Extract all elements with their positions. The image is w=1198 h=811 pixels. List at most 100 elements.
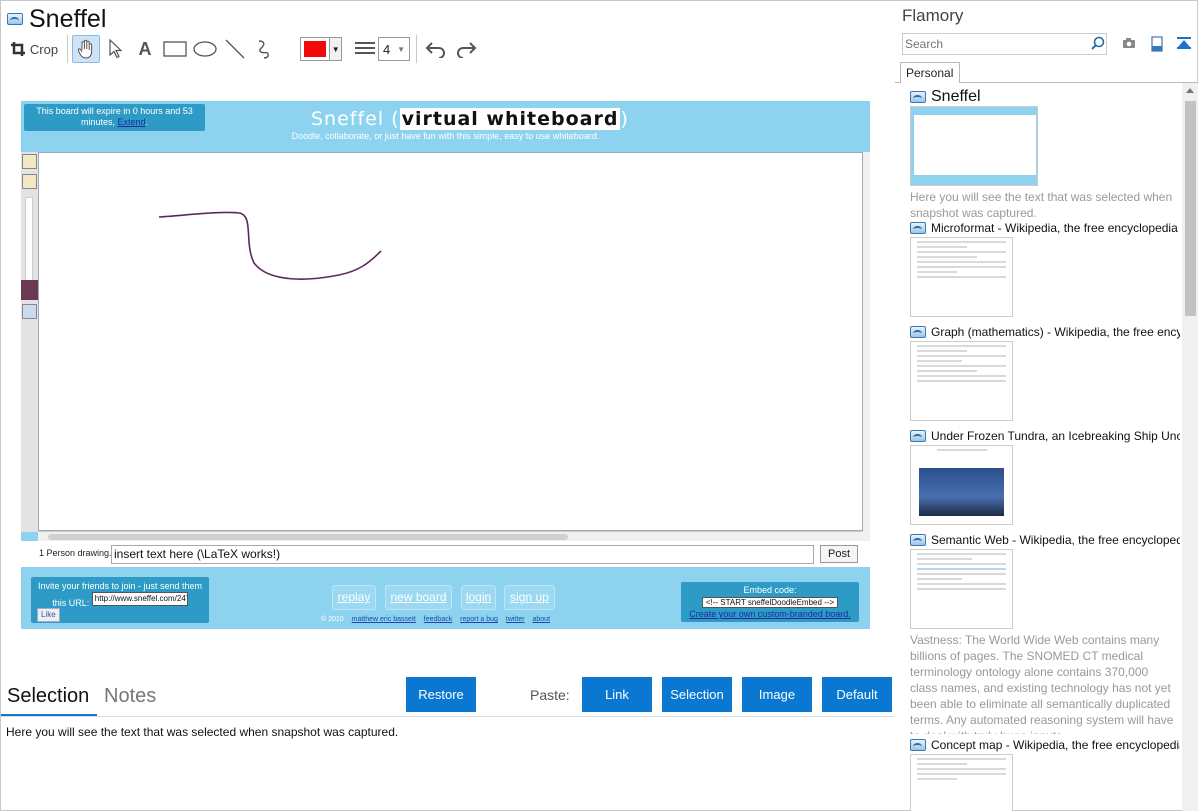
- rectangle-tool-button[interactable]: [160, 35, 190, 63]
- item-title-text: Sneffel: [931, 88, 981, 105]
- embed-label: Embed code:: [743, 585, 797, 595]
- chat-row: 1 Person drawing. insert text here (\LaT…: [21, 541, 870, 567]
- captured-page-image[interactable]: This board will expire in 0 hours and 53…: [21, 101, 870, 629]
- item-title: Semantic Web - Wikipedia, the free encyc…: [910, 533, 1180, 547]
- search-icon[interactable]: [1091, 36, 1105, 50]
- item-title-text: Microformat - Wikipedia, the free encycl…: [931, 221, 1178, 235]
- line-thickness-select[interactable]: 4 ▼: [378, 37, 410, 61]
- pen-color-picker[interactable]: ▼: [300, 37, 342, 61]
- undo-button[interactable]: [421, 35, 451, 63]
- hand-tool-button[interactable]: [72, 35, 100, 63]
- text-tool-glyph: A: [138, 38, 152, 59]
- line-weight-icon: [355, 42, 375, 54]
- embed-box: Embed code: <!-- START sneffelDoodleEmbe…: [681, 582, 859, 622]
- snapshot-thumbnail: [910, 445, 1013, 525]
- collapse-top-icon[interactable]: [1176, 36, 1192, 50]
- list-item[interactable]: Concept map - Wikipedia, the free encycl…: [910, 738, 1180, 811]
- scrollbar-thumb[interactable]: [1185, 101, 1196, 316]
- paste-link-button[interactable]: Link: [582, 677, 652, 712]
- expire-text: This board will expire in 0 hours and 53…: [36, 106, 193, 127]
- crop-label: Crop: [29, 41, 59, 57]
- paste-selection-button[interactable]: Selection: [662, 677, 732, 712]
- extend-link[interactable]: Extend: [117, 117, 145, 127]
- list-item[interactable]: Under Frozen Tundra, an Icebreaking Ship…: [910, 429, 1180, 525]
- save-icon: [22, 304, 37, 319]
- camera-icon[interactable]: [1122, 36, 1136, 50]
- pen-color-swatch: [304, 41, 327, 57]
- login-link: login: [461, 585, 496, 610]
- snapshot-pane: Sneffel Crop A ▼ 4 ▼ This board will exp…: [1, 1, 894, 811]
- post-button: Post: [820, 545, 858, 563]
- footer-link: matthew eric bassett: [351, 616, 416, 623]
- toolbar-separator: [67, 35, 68, 63]
- ellipse-tool-button[interactable]: [190, 35, 220, 63]
- page-capture-icon[interactable]: [1150, 36, 1164, 52]
- chat-status: 1 Person drawing.: [39, 548, 112, 558]
- tab-notes[interactable]: Notes: [104, 685, 156, 708]
- site-favicon-icon: [910, 739, 926, 751]
- list-item[interactable]: Graph (mathematics) - Wikipedia, the fre…: [910, 325, 1180, 421]
- invite-url: http://www.sneffel.com/2472: [91, 592, 188, 606]
- redo-icon: [457, 42, 477, 58]
- hand-icon: [77, 39, 93, 59]
- app-name: Flamory: [902, 6, 964, 25]
- snapshot-thumbnail: [910, 237, 1013, 317]
- search-input[interactable]: [902, 33, 1107, 55]
- list-item[interactable]: Microformat - Wikipedia, the free encycl…: [910, 221, 1180, 317]
- text-tool-button[interactable]: A: [130, 35, 160, 63]
- paste-image-button[interactable]: Image: [742, 677, 812, 712]
- freehand-tool-button[interactable]: [250, 35, 280, 63]
- document-title-text: Sneffel: [29, 4, 107, 33]
- site-favicon-icon: [7, 13, 23, 25]
- list-item[interactable]: Sneffel Here you will see the text that …: [910, 88, 1180, 221]
- replay-link: replay: [332, 585, 376, 610]
- tab-personal[interactable]: Personal: [900, 62, 960, 83]
- item-snippet: Vastness: The World Wide Web contains ma…: [910, 633, 1174, 734]
- brand-prefix: Sneffel (: [311, 108, 400, 130]
- invite-box: Invite your friends to join - just send …: [31, 577, 209, 623]
- size-slider: [25, 197, 33, 282]
- chat-input: insert text here (\LaTeX works!): [111, 545, 814, 564]
- redo-button[interactable]: [451, 35, 481, 63]
- item-title: Graph (mathematics) - Wikipedia, the fre…: [910, 325, 1180, 339]
- freehand-icon: [258, 40, 269, 59]
- brand-bold: virtual whiteboard: [399, 108, 621, 130]
- paste-default-button[interactable]: Default: [822, 677, 892, 712]
- sidebar-scrollbar[interactable]: [1182, 83, 1198, 811]
- flamory-sidebar: Flamory Personal Sneffel Here you will s…: [895, 1, 1198, 811]
- site-footer: © 2010 matthew eric bassett feedback rep…: [321, 616, 550, 623]
- snapshot-thumbnail: [910, 106, 1038, 186]
- scroll-up-icon[interactable]: [1186, 88, 1194, 93]
- line-icon: [225, 39, 245, 59]
- eraser-icon: [22, 174, 37, 189]
- undo-icon: [425, 42, 445, 58]
- sign-up-link: sign up: [504, 585, 555, 610]
- item-title: Concept map - Wikipedia, the free encycl…: [910, 738, 1180, 752]
- line-style-button[interactable]: [352, 35, 378, 63]
- crop-button[interactable]: Crop: [5, 35, 63, 63]
- divider: [1, 716, 894, 717]
- tab-selection[interactable]: Selection: [7, 685, 89, 708]
- select-tool-button[interactable]: [100, 35, 130, 63]
- custom-board-link: Create your own custom-branded board.: [689, 609, 851, 619]
- pointer-icon: [109, 39, 122, 59]
- snapshot-thumbnail: [910, 341, 1013, 421]
- footer-link: about: [532, 616, 551, 623]
- item-title-text: Graph (mathematics) - Wikipedia, the fre…: [931, 325, 1180, 339]
- new-board-link: new board: [385, 585, 452, 610]
- board-vertical-scrollbar: [863, 152, 870, 541]
- line-tool-button[interactable]: [220, 35, 250, 63]
- site-favicon-icon: [910, 91, 926, 103]
- footer-link: feedback: [423, 616, 453, 623]
- rectangle-icon: [163, 41, 187, 57]
- footer-link: twitter: [505, 616, 525, 623]
- snapshot-thumbnail: [910, 754, 1013, 811]
- thumb-photo: [919, 468, 1004, 516]
- line-thickness-value: 4: [383, 41, 391, 57]
- site-favicon-icon: [910, 326, 926, 338]
- crop-icon: [10, 42, 25, 56]
- list-item[interactable]: Semantic Web - Wikipedia, the free encyc…: [910, 533, 1180, 734]
- restore-button[interactable]: Restore: [406, 677, 476, 712]
- flamory-window: Sneffel Crop A ▼ 4 ▼ This board will exp…: [0, 0, 1198, 811]
- color-swatch: [21, 280, 38, 300]
